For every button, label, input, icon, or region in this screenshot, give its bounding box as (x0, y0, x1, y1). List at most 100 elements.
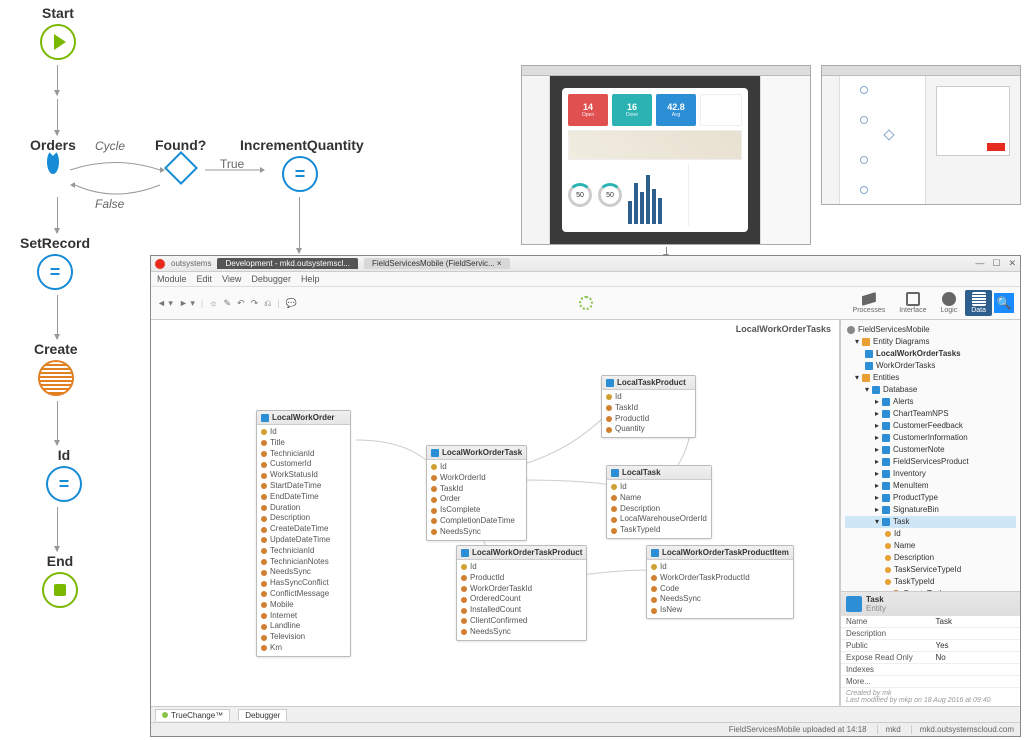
prop-value[interactable]: Yes (931, 640, 1021, 652)
prop-value[interactable] (931, 676, 1021, 688)
entity-attr[interactable]: HasSyncConflict (261, 578, 346, 589)
tab-processes[interactable]: Processes (847, 290, 892, 316)
entity-attr[interactable]: Internet (261, 611, 346, 622)
tab-data[interactable]: Data (965, 290, 992, 316)
tool-icon[interactable]: ✎ (223, 298, 231, 309)
entity-localworkorder[interactable]: LocalWorkOrder IdTitleTechnicianIdCustom… (256, 410, 351, 657)
publish-icon[interactable]: ☼ (209, 298, 217, 308)
minimize-icon[interactable]: — (975, 258, 984, 269)
entity-attr[interactable]: WorkOrderTaskId (461, 584, 582, 595)
entity-attr[interactable]: TechnicianId (261, 449, 346, 460)
entity-attr[interactable]: TechnicianNotes (261, 557, 346, 568)
entity-attr[interactable]: ProductId (606, 414, 691, 425)
entity-attr[interactable]: IsComplete (431, 505, 522, 516)
menu-debugger[interactable]: Debugger (251, 274, 291, 284)
entity-attr[interactable]: NeedsSync (461, 627, 582, 638)
entity-attr[interactable]: TaskId (606, 403, 691, 414)
tree-entity[interactable]: ▸CustomerFeedback (845, 420, 1016, 432)
entity-attr[interactable]: Order (431, 494, 522, 505)
tree-entity[interactable]: ▸Alerts (845, 396, 1016, 408)
flow-id[interactable]: Id = (46, 447, 82, 502)
entity-attr[interactable]: CustomerId (261, 459, 346, 470)
module-tab[interactable]: FieldServicesMobile (FieldServic... × (364, 258, 510, 269)
back-icon[interactable]: ◄ ▾ (157, 298, 173, 309)
entity-localworkordertaskproductitem[interactable]: LocalWorkOrderTaskProductItem IdWorkOrde… (646, 545, 794, 619)
menu-module[interactable]: Module (157, 274, 187, 284)
prop-value[interactable]: No (931, 652, 1021, 664)
thumb-dashboard[interactable]: 14Open 16Done 42.8Avg 50 50 (521, 65, 811, 245)
entity-attr[interactable]: TaskTypeId (611, 525, 707, 536)
entity-attr[interactable]: OrderedCount (461, 594, 582, 605)
tree-entity[interactable]: ▸MenuItem (845, 480, 1016, 492)
tab-debugger[interactable]: Debugger (238, 709, 287, 721)
flow-increment[interactable]: IncrementQuantity = (240, 137, 360, 192)
entity-attr[interactable]: ClientConfirmed (461, 616, 582, 627)
entity-attr[interactable]: Description (261, 513, 346, 524)
tree-attr[interactable]: Name (845, 540, 1016, 552)
entity-localtask[interactable]: LocalTask IdNameDescriptionLocalWarehous… (606, 465, 712, 539)
entity-attr[interactable]: NeedsSync (261, 567, 346, 578)
tree-entity[interactable]: ▸ChartTeamNPS (845, 408, 1016, 420)
entity-attr[interactable]: ConflictMessage (261, 589, 346, 600)
entity-attr[interactable]: Id (261, 427, 346, 438)
entity-attr[interactable]: WorkStatusId (261, 470, 346, 481)
tree-entity[interactable]: ▸ProductType (845, 492, 1016, 504)
entity-attr[interactable]: Name (611, 493, 707, 504)
flow-create[interactable]: Create (34, 341, 78, 399)
entity-attr[interactable]: EndDateTime (261, 492, 346, 503)
entity-attr[interactable]: Landline (261, 621, 346, 632)
entity-attr[interactable]: Id (651, 562, 789, 573)
1-click-publish-icon[interactable] (579, 296, 593, 310)
redo-icon[interactable]: ↷ (251, 298, 259, 309)
close-icon[interactable]: ✕ (1008, 258, 1016, 269)
menu-view[interactable]: View (222, 274, 241, 284)
entity-attr[interactable]: UpdateDateTime (261, 535, 346, 546)
entity-attr[interactable]: WorkOrderTaskProductId (651, 573, 789, 584)
entity-attr[interactable]: Km (261, 643, 346, 654)
prop-value[interactable] (931, 628, 1021, 640)
tab-truechange[interactable]: TrueChange™ (155, 709, 230, 721)
entity-attr[interactable]: IsNew (651, 605, 789, 616)
tab-interface[interactable]: Interface (893, 290, 932, 316)
tree-entity[interactable]: ▸CustomerInformation (845, 432, 1016, 444)
entity-attr[interactable]: Id (461, 562, 582, 573)
entity-localworkordertask[interactable]: LocalWorkOrderTask IdWorkOrderIdTaskIdOr… (426, 445, 527, 541)
entity-attr[interactable]: CreateDateTime (261, 524, 346, 535)
search-icon[interactable]: 🔍 (994, 293, 1014, 313)
tree-entity[interactable]: ▸Inventory (845, 468, 1016, 480)
tool-icon[interactable]: ⎌ (264, 298, 271, 309)
menu-edit[interactable]: Edit (197, 274, 213, 284)
tree-view[interactable]: FieldServicesMobile ▾Entity Diagrams Loc… (841, 320, 1020, 591)
tree-attr[interactable]: Description (845, 552, 1016, 564)
comment-icon[interactable]: 💬 (286, 298, 297, 309)
entity-attr[interactable]: Television (261, 632, 346, 643)
entity-attr[interactable]: NeedsSync (651, 594, 789, 605)
undo-icon[interactable]: ↶ (237, 298, 245, 309)
flow-setrecord[interactable]: SetRecord = (20, 235, 90, 290)
maximize-icon[interactable]: ☐ (992, 258, 1000, 269)
thumb-logic[interactable] (821, 65, 1021, 205)
entity-attr[interactable]: InstalledCount (461, 605, 582, 616)
prop-value[interactable]: Task (931, 616, 1021, 628)
entity-attr[interactable]: Code (651, 584, 789, 595)
entity-attr[interactable]: Duration (261, 503, 346, 514)
tree-entity[interactable]: ▸CustomerNote (845, 444, 1016, 456)
flow-end[interactable]: End (42, 553, 78, 608)
entity-attr[interactable]: Description (611, 504, 707, 515)
tree-entity[interactable]: ▸FieldServicesProduct (845, 456, 1016, 468)
tree-attr[interactable]: Id (845, 528, 1016, 540)
tree-attr[interactable]: TaskTypeId (845, 576, 1016, 588)
entity-attr[interactable]: LocalWarehouseOrderId (611, 514, 707, 525)
flow-start[interactable]: Start (40, 5, 76, 60)
env-tab[interactable]: Development - mkd.outsystemscl... (217, 258, 357, 269)
entity-attr[interactable]: ProductId (461, 573, 582, 584)
entity-localworkordertaskproduct[interactable]: LocalWorkOrderTaskProduct IdProductIdWor… (456, 545, 587, 641)
entity-attr[interactable]: NeedsSync (431, 527, 522, 538)
tree-entity[interactable]: ▸SignatureBin (845, 504, 1016, 516)
forward-icon[interactable]: ► ▾ (179, 298, 195, 309)
menu-help[interactable]: Help (301, 274, 320, 284)
flow-found[interactable]: Found? (155, 137, 206, 180)
entity-attr[interactable]: Quantity (606, 424, 691, 435)
entity-attr[interactable]: Title (261, 438, 346, 449)
entity-attr[interactable]: TechnicianId (261, 546, 346, 557)
